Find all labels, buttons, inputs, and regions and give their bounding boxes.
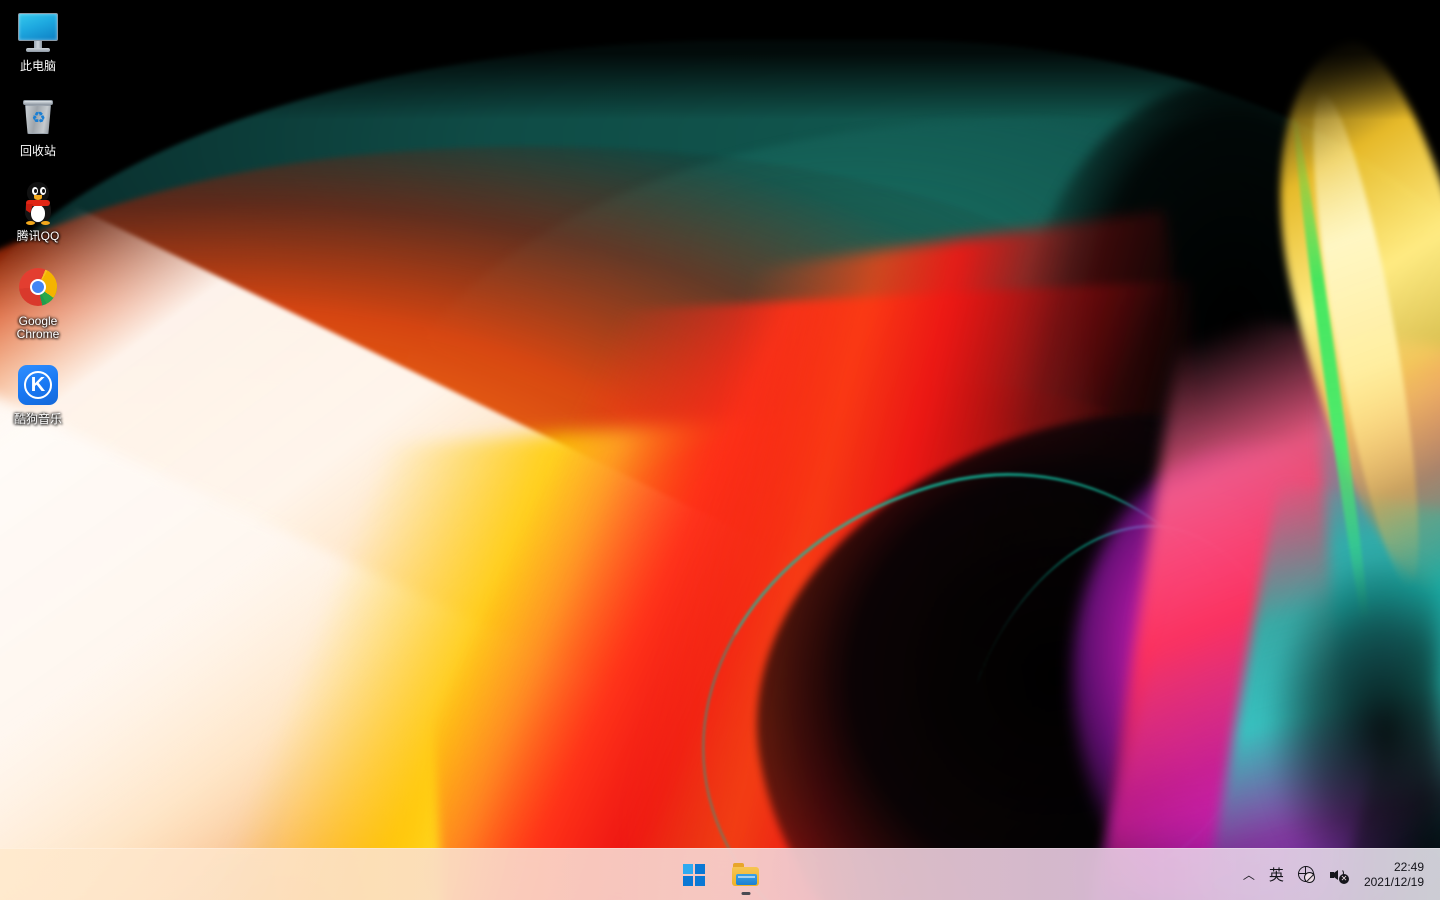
clock-date: 2021/12/19	[1363, 875, 1424, 889]
network-globe-blocked-icon	[1297, 865, 1316, 884]
qq-penguin-icon	[14, 178, 62, 226]
tray-overflow-button[interactable]: ︿	[1236, 855, 1262, 895]
running-indicator	[741, 891, 751, 895]
chevron-up-icon: ︿	[1242, 868, 1255, 882]
speaker-muted-icon: ✕	[1329, 866, 1349, 884]
taskbar-center-group	[0, 849, 1440, 900]
wallpaper-top-shadow	[0, 0, 1440, 120]
ime-indicator-icon: 英	[1268, 865, 1284, 884]
file-explorer-icon	[732, 862, 760, 887]
desktop-icon-google-chrome[interactable]: Google Chrome	[0, 259, 76, 345]
taskbar[interactable]: ︿ 英 ✕ 22:49 2021/12/19	[0, 848, 1440, 900]
taskbar-clock[interactable]: 22:49 2021/12/19	[1356, 853, 1434, 897]
kugou-music-icon: K	[14, 361, 62, 409]
desktop-icon-label: 回收站	[19, 144, 56, 158]
desktop-icon-label: 酷狗音乐	[13, 412, 62, 426]
desktop-icon-grid: 此电脑 ♻ 回收站 腾讯QQ Google Chrome K 酷狗音乐	[0, 4, 84, 442]
desktop-icon-label: 腾讯QQ	[16, 229, 60, 243]
desktop-icon-label: Google Chrome	[16, 314, 60, 341]
desktop-icon-kugou-music[interactable]: K 酷狗音乐	[0, 357, 76, 430]
windows-logo-icon	[683, 863, 705, 886]
desktop-wallpaper[interactable]	[0, 0, 1440, 900]
taskbar-item-file-explorer[interactable]	[724, 853, 768, 897]
tray-ime-indicator[interactable]: 英	[1262, 855, 1291, 895]
desktop-icon-tencent-qq[interactable]: 腾讯QQ	[0, 174, 76, 247]
desktop-icon-label: 此电脑	[19, 59, 56, 73]
clock-time: 22:49	[1393, 860, 1424, 874]
start-button[interactable]	[672, 853, 716, 897]
system-tray: ︿ 英 ✕ 22:49 2021/12/19	[1236, 849, 1440, 900]
desktop-screen[interactable]: 此电脑 ♻ 回收站 腾讯QQ Google Chrome K 酷狗音乐 ︿ 英 …	[0, 0, 1440, 900]
tray-volume-button[interactable]: ✕	[1323, 855, 1356, 895]
tray-network-button[interactable]	[1291, 855, 1323, 895]
desktop-icon-recycle-bin[interactable]: ♻ 回收站	[0, 89, 76, 162]
monitor-icon	[14, 8, 62, 56]
desktop-icon-this-pc[interactable]: 此电脑	[0, 4, 76, 77]
mute-badge: ✕	[1338, 874, 1349, 884]
recycle-bin-icon: ♻	[14, 93, 62, 141]
chrome-icon	[14, 263, 62, 311]
